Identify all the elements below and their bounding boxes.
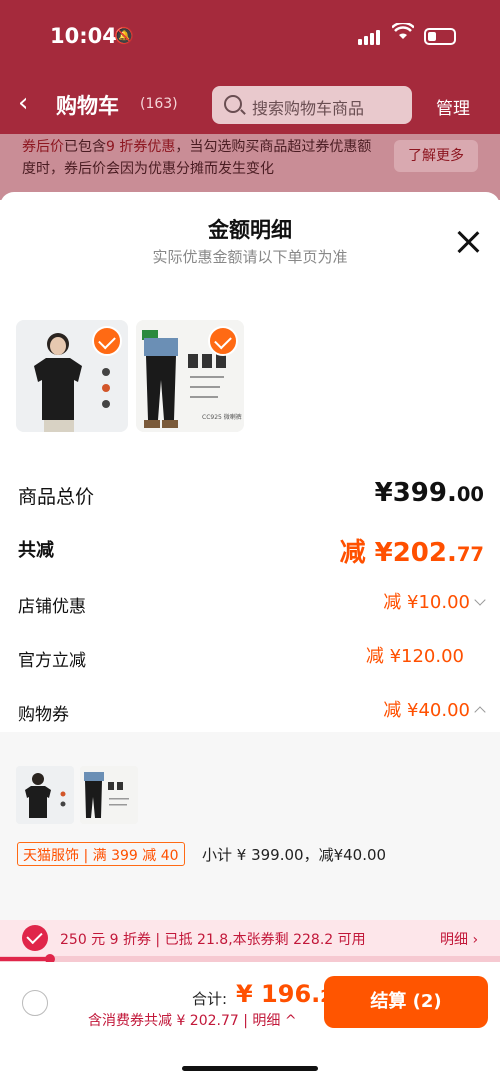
promo-check-icon[interactable]	[22, 925, 48, 951]
row-label: 店铺优惠	[18, 597, 86, 617]
search-icon	[224, 95, 242, 113]
close-icon[interactable]	[454, 228, 482, 256]
search-placeholder: 搜索购物车商品	[252, 99, 365, 118]
page-title: 购物车	[56, 94, 119, 118]
amount-detail-sheet: 金额明细 实际优惠金额请以下单页为准 CC925 微喇裤 商品总价 ¥399.0…	[0, 192, 500, 922]
manage-button[interactable]: 管理	[436, 94, 470, 119]
promo-text: 250 元 9 折券 | 已抵 21.8,本张券剩 228.2 可用	[60, 932, 366, 948]
coupon-tag: 天猫服饰 | 满 399 减 40	[17, 842, 185, 866]
row-value: 减 ¥40.00	[383, 696, 486, 722]
selected-check-icon[interactable]	[208, 326, 238, 356]
home-indicator	[182, 1066, 318, 1071]
row-value: 减 ¥120.00	[365, 646, 464, 667]
total-label: 合计:	[192, 990, 228, 1008]
status-bar: 10:04 🔕	[0, 0, 500, 72]
chevron-up-icon[interactable]	[474, 706, 486, 718]
mini-thumbnail-tshirt	[16, 766, 74, 824]
cart-count: (163)	[140, 96, 178, 112]
row-shopping-coupon[interactable]: 购物券 减 ¥40.00	[18, 692, 486, 732]
row-official-discount: 官方立减 减 ¥120.00	[18, 638, 484, 678]
status-time: 10:04	[50, 24, 117, 48]
coupon-subtotal: 小计 ¥ 399.00，减¥40.00	[202, 846, 387, 864]
discount-summary-link[interactable]: 含消费券共减 ¥ 202.77 | 明细 ^	[88, 1010, 297, 1030]
search-input[interactable]: 搜索购物车商品	[212, 86, 412, 124]
coupon-promo-bar[interactable]: 250 元 9 折券 | 已抵 21.8,本张券剩 228.2 可用 明细 ›	[0, 920, 500, 956]
row-label: 商品总价	[18, 486, 95, 508]
row-total-discount: 共减 减 ¥202.77	[18, 528, 484, 568]
row-shop-discount[interactable]: 店铺优惠 减 ¥10.00	[18, 584, 486, 624]
muted-bell-icon: 🔕	[114, 26, 134, 45]
product-thumbnail-tshirt[interactable]	[16, 320, 128, 432]
row-goods-total: 商品总价 ¥399.00	[18, 474, 484, 514]
sheet-title: 金额明细	[208, 218, 292, 242]
select-all-radio[interactable]	[22, 990, 48, 1016]
coupon-detail-section: 天猫服饰 | 满 399 减 40 小计 ¥ 399.00，减¥40.00	[0, 732, 500, 922]
sheet-subtitle: 实际优惠金额请以下单页为准	[152, 248, 348, 266]
wifi-icon	[391, 21, 415, 46]
row-value: 减 ¥10.00	[383, 588, 486, 614]
checkout-footer: 合计: ¥ 196.23 含消费券共减 ¥ 202.77 | 明细 ^ 结算 (…	[0, 962, 500, 1083]
mini-thumbnail-pants	[80, 766, 138, 824]
back-arrow-icon[interactable]: ‹	[18, 88, 28, 118]
notice-text: 券后价已包含9 折券优惠，当勾选购买商品超过券优惠额度时，券后价会因为优惠分摊而…	[22, 139, 372, 177]
row-value: ¥399.00	[374, 478, 484, 508]
pants-caption: CC925 微喇裤	[202, 414, 242, 421]
progress-fill	[0, 957, 50, 961]
coupon-notice-banner: 券后价已包含9 折券优惠，当勾选购买商品超过券优惠额度时，券后价会因为优惠分摊而…	[0, 134, 500, 200]
row-value: 减 ¥202.77	[339, 538, 484, 568]
learn-more-button[interactable]: 了解更多	[394, 140, 478, 172]
checkout-button[interactable]: 结算 (2)	[324, 976, 488, 1028]
cart-nav-bar: ‹ 购物车 (163) 搜索购物车商品 管理	[0, 82, 500, 126]
row-label: 官方立减	[18, 651, 86, 671]
selected-check-icon[interactable]	[92, 326, 122, 356]
row-label: 共减	[18, 540, 54, 561]
product-thumbnail-pants[interactable]: CC925 微喇裤	[136, 320, 244, 432]
chevron-down-icon[interactable]	[474, 594, 486, 606]
row-label: 购物券	[18, 705, 69, 725]
promo-detail-link[interactable]: 明细 ›	[440, 929, 478, 949]
signal-icon	[358, 30, 380, 45]
battery-icon	[424, 28, 456, 45]
